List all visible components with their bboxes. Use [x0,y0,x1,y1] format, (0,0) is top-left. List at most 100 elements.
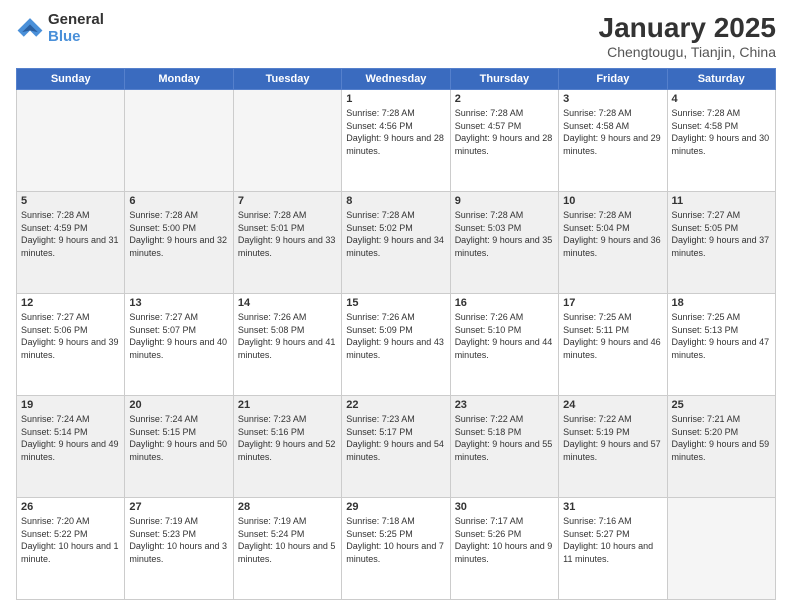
day-number: 30 [455,501,554,513]
day-number: 14 [238,297,337,309]
day-info: Sunrise: 7:28 AM Sunset: 4:58 PM Dayligh… [672,107,771,157]
table-row: 6 Sunrise: 7:28 AM Sunset: 5:00 PM Dayli… [125,192,233,294]
logo-line2: Blue [48,29,104,46]
day-number: 5 [21,195,120,207]
table-row: 30 Sunrise: 7:17 AM Sunset: 5:26 PM Dayl… [450,498,558,600]
day-number: 4 [672,93,771,105]
table-row: 31 Sunrise: 7:16 AM Sunset: 5:27 PM Dayl… [559,498,667,600]
table-row: 19 Sunrise: 7:24 AM Sunset: 5:14 PM Dayl… [17,396,125,498]
day-info: Sunrise: 7:17 AM Sunset: 5:26 PM Dayligh… [455,515,554,565]
day-info: Sunrise: 7:28 AM Sunset: 5:03 PM Dayligh… [455,209,554,259]
day-info: Sunrise: 7:19 AM Sunset: 5:24 PM Dayligh… [238,515,337,565]
day-number: 27 [129,501,228,513]
day-number: 22 [346,399,445,411]
table-row: 11 Sunrise: 7:27 AM Sunset: 5:05 PM Dayl… [667,192,775,294]
col-thursday: Thursday [450,69,558,90]
day-info: Sunrise: 7:27 AM Sunset: 5:07 PM Dayligh… [129,311,228,361]
day-info: Sunrise: 7:28 AM Sunset: 4:59 PM Dayligh… [21,209,120,259]
calendar-week-row: 5 Sunrise: 7:28 AM Sunset: 4:59 PM Dayli… [17,192,776,294]
day-number: 2 [455,93,554,105]
col-monday: Monday [125,69,233,90]
day-info: Sunrise: 7:22 AM Sunset: 5:19 PM Dayligh… [563,413,662,463]
table-row: 24 Sunrise: 7:22 AM Sunset: 5:19 PM Dayl… [559,396,667,498]
table-row: 29 Sunrise: 7:18 AM Sunset: 5:25 PM Dayl… [342,498,450,600]
day-number: 16 [455,297,554,309]
day-info: Sunrise: 7:28 AM Sunset: 5:00 PM Dayligh… [129,209,228,259]
day-info: Sunrise: 7:23 AM Sunset: 5:17 PM Dayligh… [346,413,445,463]
table-row: 17 Sunrise: 7:25 AM Sunset: 5:11 PM Dayl… [559,294,667,396]
table-row: 26 Sunrise: 7:20 AM Sunset: 5:22 PM Dayl… [17,498,125,600]
table-row: 23 Sunrise: 7:22 AM Sunset: 5:18 PM Dayl… [450,396,558,498]
table-row: 5 Sunrise: 7:28 AM Sunset: 4:59 PM Dayli… [17,192,125,294]
table-row: 2 Sunrise: 7:28 AM Sunset: 4:57 PM Dayli… [450,90,558,192]
day-info: Sunrise: 7:23 AM Sunset: 5:16 PM Dayligh… [238,413,337,463]
day-number: 24 [563,399,662,411]
day-number: 1 [346,93,445,105]
day-number: 11 [672,195,771,207]
day-info: Sunrise: 7:26 AM Sunset: 5:09 PM Dayligh… [346,311,445,361]
day-number: 25 [672,399,771,411]
day-info: Sunrise: 7:28 AM Sunset: 5:01 PM Dayligh… [238,209,337,259]
table-row: 14 Sunrise: 7:26 AM Sunset: 5:08 PM Dayl… [233,294,341,396]
day-info: Sunrise: 7:16 AM Sunset: 5:27 PM Dayligh… [563,515,662,565]
table-row [667,498,775,600]
table-row: 18 Sunrise: 7:25 AM Sunset: 5:13 PM Dayl… [667,294,775,396]
day-number: 9 [455,195,554,207]
col-friday: Friday [559,69,667,90]
day-number: 6 [129,195,228,207]
day-info: Sunrise: 7:25 AM Sunset: 5:11 PM Dayligh… [563,311,662,361]
day-info: Sunrise: 7:24 AM Sunset: 5:14 PM Dayligh… [21,413,120,463]
day-info: Sunrise: 7:27 AM Sunset: 5:05 PM Dayligh… [672,209,771,259]
calendar-week-row: 1 Sunrise: 7:28 AM Sunset: 4:56 PM Dayli… [17,90,776,192]
day-number: 17 [563,297,662,309]
table-row [233,90,341,192]
day-info: Sunrise: 7:26 AM Sunset: 5:08 PM Dayligh… [238,311,337,361]
table-row: 25 Sunrise: 7:21 AM Sunset: 5:20 PM Dayl… [667,396,775,498]
calendar-header-row: Sunday Monday Tuesday Wednesday Thursday… [17,69,776,90]
day-info: Sunrise: 7:22 AM Sunset: 5:18 PM Dayligh… [455,413,554,463]
day-number: 7 [238,195,337,207]
logo: General Blue [16,12,104,45]
day-info: Sunrise: 7:28 AM Sunset: 4:56 PM Dayligh… [346,107,445,157]
page-header: General Blue January 2025 Chengtougu, Ti… [16,12,776,60]
day-info: Sunrise: 7:27 AM Sunset: 5:06 PM Dayligh… [21,311,120,361]
calendar-subtitle: Chengtougu, Tianjin, China [599,44,776,60]
table-row: 22 Sunrise: 7:23 AM Sunset: 5:17 PM Dayl… [342,396,450,498]
day-number: 20 [129,399,228,411]
day-number: 26 [21,501,120,513]
day-info: Sunrise: 7:26 AM Sunset: 5:10 PM Dayligh… [455,311,554,361]
table-row: 4 Sunrise: 7:28 AM Sunset: 4:58 PM Dayli… [667,90,775,192]
table-row: 7 Sunrise: 7:28 AM Sunset: 5:01 PM Dayli… [233,192,341,294]
day-number: 18 [672,297,771,309]
day-number: 15 [346,297,445,309]
table-row: 28 Sunrise: 7:19 AM Sunset: 5:24 PM Dayl… [233,498,341,600]
calendar-table: Sunday Monday Tuesday Wednesday Thursday… [16,68,776,600]
calendar-week-row: 19 Sunrise: 7:24 AM Sunset: 5:14 PM Dayl… [17,396,776,498]
day-number: 13 [129,297,228,309]
day-info: Sunrise: 7:20 AM Sunset: 5:22 PM Dayligh… [21,515,120,565]
day-info: Sunrise: 7:19 AM Sunset: 5:23 PM Dayligh… [129,515,228,565]
table-row [125,90,233,192]
day-info: Sunrise: 7:24 AM Sunset: 5:15 PM Dayligh… [129,413,228,463]
day-info: Sunrise: 7:21 AM Sunset: 5:20 PM Dayligh… [672,413,771,463]
col-tuesday: Tuesday [233,69,341,90]
day-info: Sunrise: 7:25 AM Sunset: 5:13 PM Dayligh… [672,311,771,361]
day-info: Sunrise: 7:28 AM Sunset: 4:57 PM Dayligh… [455,107,554,157]
table-row: 8 Sunrise: 7:28 AM Sunset: 5:02 PM Dayli… [342,192,450,294]
day-number: 12 [21,297,120,309]
table-row: 1 Sunrise: 7:28 AM Sunset: 4:56 PM Dayli… [342,90,450,192]
day-number: 8 [346,195,445,207]
table-row: 10 Sunrise: 7:28 AM Sunset: 5:04 PM Dayl… [559,192,667,294]
day-number: 23 [455,399,554,411]
table-row: 15 Sunrise: 7:26 AM Sunset: 5:09 PM Dayl… [342,294,450,396]
calendar-week-row: 12 Sunrise: 7:27 AM Sunset: 5:06 PM Dayl… [17,294,776,396]
table-row [17,90,125,192]
calendar-title: January 2025 [599,12,776,44]
day-number: 10 [563,195,662,207]
day-info: Sunrise: 7:28 AM Sunset: 5:02 PM Dayligh… [346,209,445,259]
day-number: 3 [563,93,662,105]
logo-icon [16,15,44,43]
table-row: 13 Sunrise: 7:27 AM Sunset: 5:07 PM Dayl… [125,294,233,396]
col-saturday: Saturday [667,69,775,90]
col-sunday: Sunday [17,69,125,90]
